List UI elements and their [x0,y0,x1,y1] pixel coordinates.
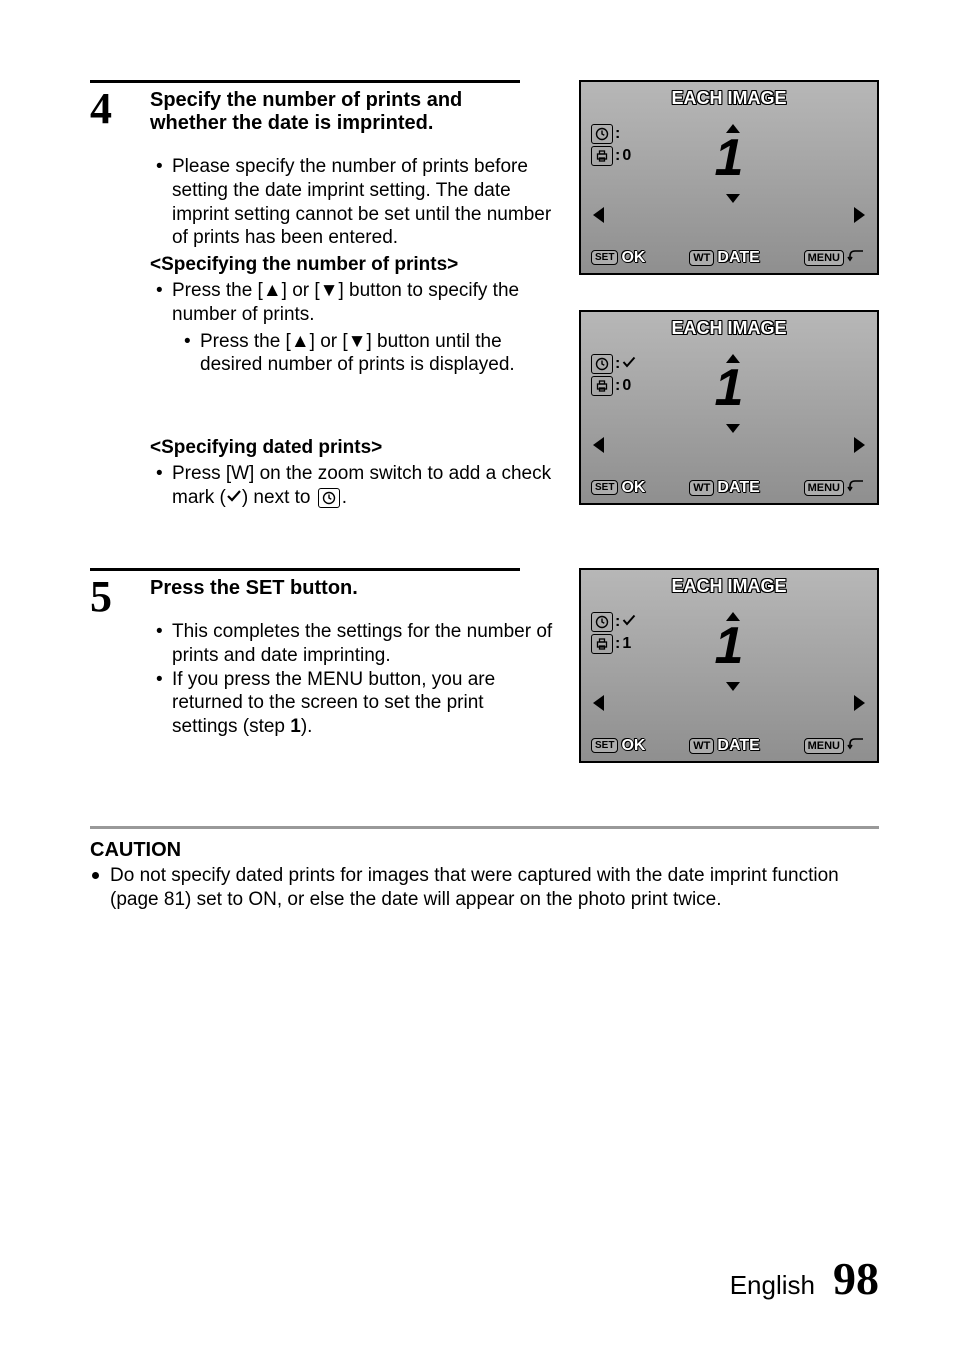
down-triangle-icon [726,424,740,433]
step4-subhead-prints: <Specifying the number of prints> [150,254,554,276]
down-triangle-icon [726,682,740,691]
step4-bullet-1: Please specify the number of prints befo… [150,155,554,250]
step4-bullet-4: Press [W] on the zoom switch to add a ch… [150,462,554,510]
step5-bullet-1: This completes the settings for the numb… [150,620,554,668]
caution-rule [90,826,879,829]
lcd-big-number: 1 [581,616,877,676]
up-triangle-icon [726,124,740,133]
page-footer: English 98 [730,1252,879,1305]
right-triangle-icon [854,695,865,711]
lcd-wt-date: WTDATE [689,479,759,497]
caution-bullet-1: Do not specify dated prints for images t… [90,864,879,913]
lcd-set-ok: SETOK [591,249,645,267]
down-triangle-icon: ▼ [348,331,367,352]
footer-language: English [730,1270,815,1301]
step-number-5: 5 [90,568,150,619]
lcd-title: EACH IMAGE [581,576,877,597]
lcd-menu-return: MENU [804,478,867,497]
caution-heading: CAUTION [90,839,879,862]
up-triangle-icon: ▲ [291,331,310,352]
lcd-screen-each-image-1: EACH IMAGE : : 0 1 [579,80,879,275]
step-number-4: 4 [90,80,150,131]
down-triangle-icon: ▼ [320,280,339,301]
left-triangle-icon [593,437,604,453]
step-5: 5 Press the SET button. This completes t… [90,568,879,798]
clock-icon [318,488,340,508]
lcd-set-ok: SETOK [591,479,645,497]
down-triangle-icon [726,194,740,203]
step4-heading: Specify the number of prints and whether… [150,80,520,135]
footer-page-number: 98 [833,1252,879,1305]
return-icon [847,478,867,497]
lcd-menu-return: MENU [804,248,867,267]
return-icon [847,248,867,267]
lcd-screen-each-image-3: EACH IMAGE : : 1 1 [579,568,879,763]
step4-subhead-dated: <Specifying dated prints> [150,437,554,459]
right-triangle-icon [854,207,865,223]
step5-bullet-2: If you press the MENU button, you are re… [150,668,554,739]
right-triangle-icon [854,437,865,453]
check-icon [226,486,242,510]
lcd-wt-date: WTDATE [689,249,759,267]
up-triangle-icon [726,612,740,621]
up-triangle-icon [726,354,740,363]
lcd-wt-date: WTDATE [689,737,759,755]
return-icon [847,736,867,755]
step4-bullet-3: Press the [▲] or [▼] button until the de… [172,330,554,378]
lcd-menu-return: MENU [804,736,867,755]
left-triangle-icon [593,207,604,223]
lcd-title: EACH IMAGE [581,88,877,109]
lcd-set-ok: SETOK [591,737,645,755]
up-triangle-icon: ▲ [263,280,282,301]
lcd-big-number: 1 [581,128,877,188]
step5-heading: Press the SET button. [150,568,520,600]
step4-bullet-2: Press the [▲] or [▼] button to specify t… [150,279,554,377]
lcd-screen-each-image-2: EACH IMAGE : : 0 1 [579,310,879,505]
left-triangle-icon [593,695,604,711]
step-4: 4 Specify the number of prints and wheth… [90,80,879,540]
lcd-title: EACH IMAGE [581,318,877,339]
lcd-big-number: 1 [581,358,877,418]
